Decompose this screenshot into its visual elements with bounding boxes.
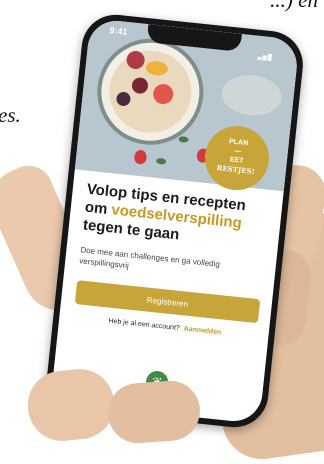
strawberry-image: [133, 149, 148, 165]
mint-leaf-image: [178, 135, 189, 143]
phone-device: 9:41 PLAN — EET RESTJES! Volop tips en r…: [43, 11, 307, 431]
cup-image: [219, 72, 284, 119]
finger-bottom-right: [106, 378, 202, 446]
status-time: 9:41: [109, 25, 129, 37]
mint-leaf-image: [155, 157, 167, 165]
headline: Volop tips en recepten om voedselverspil…: [82, 181, 271, 254]
background-text-top: ...) en: [270, 0, 318, 12]
login-link[interactable]: Aanmelden: [183, 326, 221, 337]
phone-screen: 9:41 PLAN — EET RESTJES! Volop tips en r…: [50, 18, 300, 424]
account-question: Heb je al een account?: [108, 317, 181, 333]
onboarding-content: Volop tips en recepten om voedselverspil…: [73, 181, 271, 340]
background-text-middle: es.: [0, 103, 21, 127]
